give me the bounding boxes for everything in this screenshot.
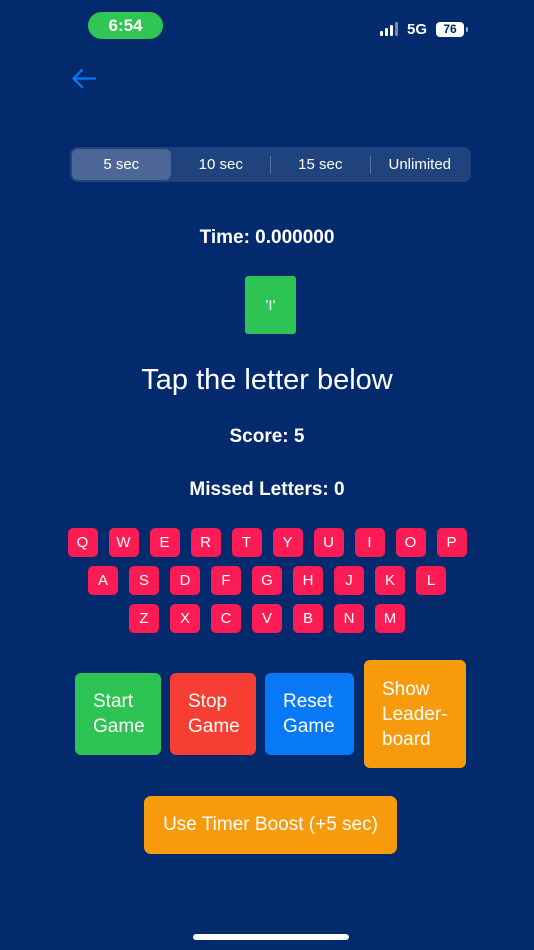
key-g[interactable]: G xyxy=(252,566,282,595)
stop-game-label: Stop Game xyxy=(188,689,240,739)
key-r[interactable]: R xyxy=(190,528,221,557)
status-indicators: 5G 76 xyxy=(379,18,468,40)
network-type: 5G xyxy=(406,20,427,38)
stop-game-button[interactable]: Stop Game xyxy=(170,673,256,755)
show-leaderboard-label-line-2: Leader- xyxy=(382,703,448,725)
show-leaderboard-label: Show Leader- board xyxy=(382,677,448,752)
segment-unlimited[interactable]: Unlimited xyxy=(371,149,470,180)
key-w[interactable]: W xyxy=(108,528,139,557)
status-time: 6:54 xyxy=(88,12,163,39)
score-label: Score: 5 xyxy=(229,426,305,447)
battery-icon: 76 xyxy=(436,21,468,37)
key-y[interactable]: Y xyxy=(272,528,303,557)
timer-label: Time: 0.000000 xyxy=(199,227,335,248)
back-button[interactable] xyxy=(70,64,100,94)
segment-10-sec[interactable]: 10 sec xyxy=(172,149,271,180)
key-t[interactable]: T xyxy=(231,528,262,557)
start-game-label-line-1: Start xyxy=(93,691,134,712)
key-a[interactable]: A xyxy=(88,566,118,595)
key-u[interactable]: U xyxy=(313,528,344,557)
arrow-left-icon xyxy=(72,68,97,89)
key-f[interactable]: F xyxy=(211,566,241,595)
key-p[interactable]: P xyxy=(436,528,467,557)
key-h[interactable]: H xyxy=(293,566,323,595)
key-j[interactable]: J xyxy=(334,566,364,595)
start-game-label: Start Game xyxy=(93,689,145,739)
reset-game-label: Reset Game xyxy=(283,689,335,739)
show-leaderboard-label-line-1: Show xyxy=(382,678,430,700)
reset-game-button[interactable]: Reset Game xyxy=(265,673,354,755)
key-x[interactable]: X xyxy=(170,604,200,633)
battery-level: 76 xyxy=(443,22,457,36)
keyboard-row-2: A S D F G H J K L xyxy=(0,566,534,595)
current-letter: 'I' xyxy=(265,296,276,314)
cellular-signal-icon xyxy=(379,22,398,36)
key-i[interactable]: I xyxy=(354,528,385,557)
key-o[interactable]: O xyxy=(395,528,426,557)
start-game-button[interactable]: Start Game xyxy=(75,673,161,755)
time-limit-segmented-control: 5 sec 10 sec 15 sec Unlimited xyxy=(70,147,471,182)
show-leaderboard-label-line-3: board xyxy=(382,728,431,750)
key-e[interactable]: E xyxy=(149,528,180,557)
home-indicator[interactable] xyxy=(193,934,349,940)
stop-game-label-line-1: Stop xyxy=(188,691,228,712)
key-s[interactable]: S xyxy=(129,566,159,595)
timer-boost-label: Use Timer Boost (+5 sec) xyxy=(163,814,378,835)
reset-game-label-line-1: Reset xyxy=(283,691,333,712)
key-m[interactable]: M xyxy=(375,604,405,633)
key-q[interactable]: Q xyxy=(67,528,98,557)
segment-5-sec[interactable]: 5 sec xyxy=(72,149,171,180)
keyboard-row-3: Z X C V B N M xyxy=(0,604,534,633)
key-n[interactable]: N xyxy=(334,604,364,633)
key-k[interactable]: K xyxy=(375,566,405,595)
key-v[interactable]: V xyxy=(252,604,282,633)
key-d[interactable]: D xyxy=(170,566,200,595)
key-l[interactable]: L xyxy=(416,566,446,595)
stop-game-label-line-2: Game xyxy=(188,716,240,737)
keyboard-row-1: Q W E R T Y U I O P xyxy=(0,528,534,557)
missed-letters-label: Missed Letters: 0 xyxy=(189,479,345,500)
key-b[interactable]: B xyxy=(293,604,323,633)
key-c[interactable]: C xyxy=(211,604,241,633)
reset-game-label-line-2: Game xyxy=(283,716,335,737)
segment-15-sec[interactable]: 15 sec xyxy=(271,149,370,180)
timer-boost-button[interactable]: Use Timer Boost (+5 sec) xyxy=(144,796,397,854)
key-z[interactable]: Z xyxy=(129,604,159,633)
show-leaderboard-button[interactable]: Show Leader- board xyxy=(364,660,466,768)
start-game-label-line-2: Game xyxy=(93,716,145,737)
prompt-text: Tap the letter below xyxy=(141,364,393,396)
current-letter-box: 'I' xyxy=(245,276,296,334)
